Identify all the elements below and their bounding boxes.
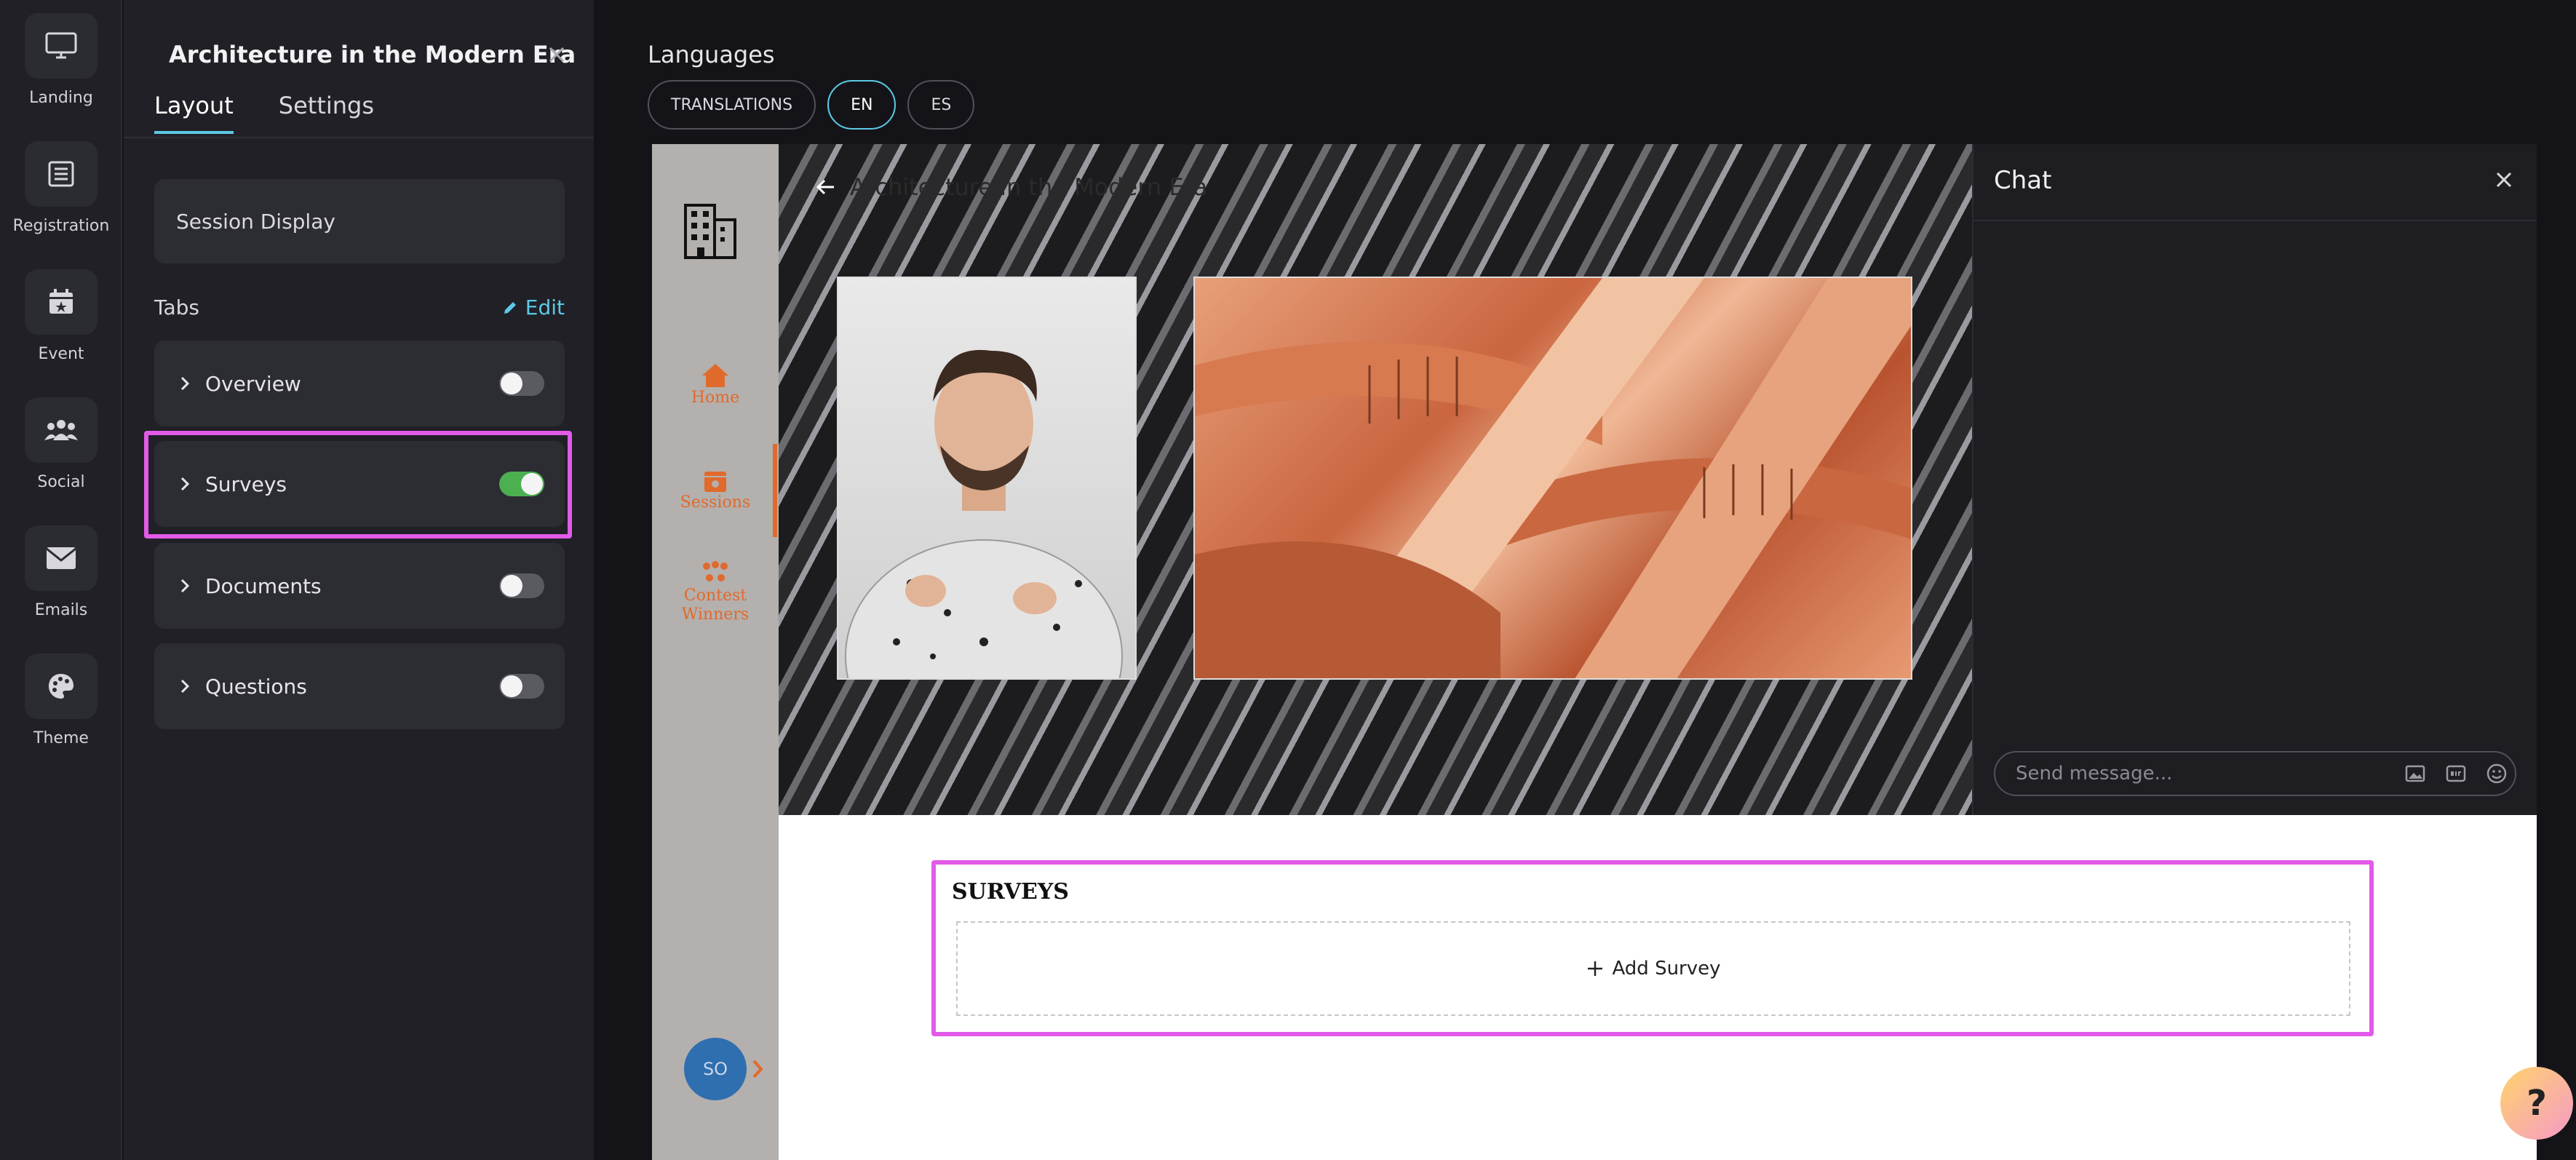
back-arrow-icon[interactable]: [815, 176, 837, 198]
edit-tabs-button[interactable]: Edit: [502, 295, 565, 319]
pencil-icon: [504, 301, 516, 314]
tab-row-label: Surveys: [205, 472, 287, 496]
panel-tabs: Layout Settings: [154, 92, 374, 134]
surveys-toggle[interactable]: [499, 472, 544, 496]
active-nav-indicator: [773, 444, 777, 537]
monitor-icon: [25, 13, 98, 79]
overview-toggle[interactable]: [499, 371, 544, 396]
home-icon: [702, 364, 728, 387]
chevron-right-icon: [180, 679, 190, 694]
tab-row-surveys[interactable]: Surveys: [154, 441, 565, 527]
help-button[interactable]: ?: [2500, 1067, 2573, 1140]
toggle-knob: [501, 675, 522, 697]
toggle-knob: [501, 373, 522, 394]
panel-title: Architecture in the Modern Era: [169, 41, 576, 68]
nav-label: Home: [691, 389, 740, 407]
edit-label: Edit: [525, 295, 565, 319]
people-icon: [25, 397, 98, 463]
tab-row-documents[interactable]: Documents: [154, 543, 565, 629]
languages-title: Languages: [648, 41, 775, 68]
rail-label: Registration: [12, 217, 110, 235]
calendar-icon: [25, 269, 98, 335]
chevron-right-icon[interactable]: [748, 1057, 767, 1081]
hero-session-title: Architecture in the Modern Era: [850, 173, 1208, 201]
tab-row-label: Documents: [205, 573, 322, 598]
close-icon[interactable]: [2493, 169, 2515, 191]
add-survey-button[interactable]: Add Survey: [956, 921, 2350, 1016]
divider: [1973, 220, 2537, 221]
tabs-section-label: Tabs: [154, 295, 199, 319]
translations-pill[interactable]: TRANSLATIONS: [648, 80, 816, 130]
emoji-icon[interactable]: [2486, 763, 2508, 784]
surveys-heading: SURVEYS: [952, 879, 1069, 905]
left-rail: Landing Registration Event Social Emails…: [0, 0, 122, 1160]
preview-nav-sessions[interactable]: Sessions: [652, 467, 779, 512]
rail-label: Social: [37, 473, 85, 491]
add-survey-label: Add Survey: [1612, 958, 1721, 980]
calendar-icon: [704, 472, 726, 492]
tab-settings[interactable]: Settings: [279, 92, 374, 134]
palette-icon: [25, 654, 98, 719]
tab-row-label: Questions: [205, 674, 307, 699]
rail-item-landing[interactable]: Landing: [0, 0, 122, 109]
rail-label: Event: [38, 345, 84, 363]
preview-nav-contest-winners[interactable]: Contest Winners: [652, 560, 779, 624]
gif-icon[interactable]: [2445, 763, 2467, 784]
tab-layout[interactable]: Layout: [154, 92, 234, 134]
nav-label: Sessions: [680, 493, 751, 512]
tab-row-overview[interactable]: Overview: [154, 341, 565, 426]
image-icon[interactable]: [2404, 763, 2426, 784]
rail-item-emails[interactable]: Emails: [0, 512, 122, 621]
rail-item-registration[interactable]: Registration: [0, 128, 122, 237]
avatar[interactable]: SO: [684, 1038, 747, 1100]
toggle-knob: [501, 575, 522, 597]
rail-item-social[interactable]: Social: [0, 384, 122, 493]
session-preview: Home Sessions Contest Winners SO Archite…: [652, 144, 2537, 1160]
language-pills: TRANSLATIONS EN ES: [648, 80, 975, 130]
documents-toggle[interactable]: [499, 573, 544, 598]
toggle-knob: [521, 473, 543, 495]
chat-panel: Chat: [1972, 144, 2537, 815]
plus-icon: [1588, 961, 1603, 976]
architecture-photo: [1193, 277, 1912, 680]
mail-icon: [25, 525, 98, 591]
tab-row-label: Overview: [205, 371, 301, 396]
speaker-photo: [837, 277, 1137, 680]
session-display-card[interactable]: Session Display: [154, 179, 565, 263]
building-logo-icon: [684, 204, 736, 259]
rail-label: Theme: [33, 729, 89, 747]
language-pill-es[interactable]: ES: [907, 80, 975, 130]
rail-item-theme[interactable]: Theme: [0, 640, 122, 750]
close-icon[interactable]: [544, 42, 569, 67]
panel-header: Architecture in the Modern Era: [154, 35, 576, 74]
session-settings-panel: Architecture in the Modern Era Layout Se…: [124, 0, 594, 1160]
chevron-right-icon: [180, 376, 190, 391]
chat-title: Chat: [1994, 166, 2052, 195]
chat-tools: [2404, 763, 2508, 784]
chevron-right-icon: [180, 579, 190, 593]
people-icon: [703, 561, 728, 581]
rail-item-event[interactable]: Event: [0, 256, 122, 365]
nav-label: Contest Winners: [681, 587, 750, 624]
rail-label: Landing: [29, 89, 93, 107]
session-hero: Architecture in the Modern Era: [779, 144, 1972, 815]
questions-toggle[interactable]: [499, 674, 544, 699]
rail-label: Emails: [34, 601, 88, 619]
tab-row-questions[interactable]: Questions: [154, 643, 565, 729]
list-icon: [25, 141, 98, 207]
preview-nav-home[interactable]: Home: [652, 362, 779, 407]
chevron-right-icon: [180, 477, 190, 491]
divider: [124, 137, 594, 138]
language-pill-en[interactable]: EN: [827, 80, 897, 130]
preview-sidebar: Home Sessions Contest Winners SO: [652, 144, 779, 1160]
